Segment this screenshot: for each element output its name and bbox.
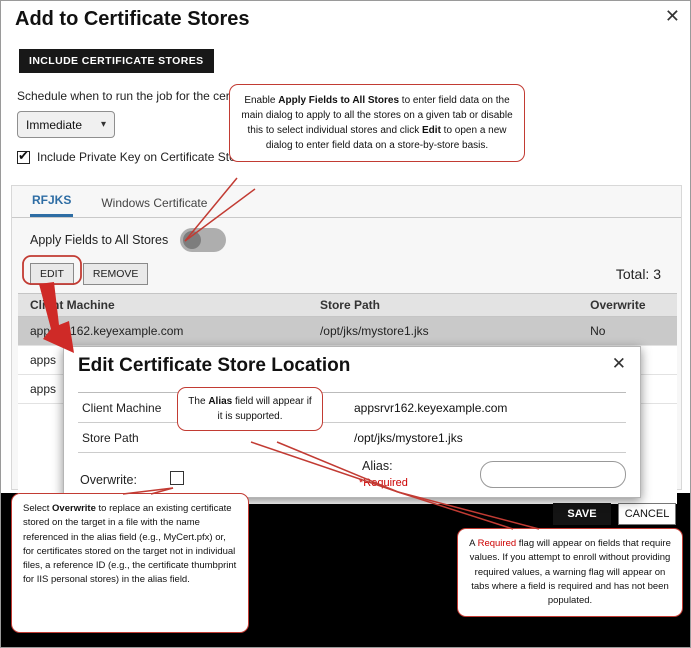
annotated-screenshot: Add to Certificate Stores ✕ INCLUDE CERT…	[0, 0, 691, 648]
schedule-select[interactable]: Immediate ▾	[17, 111, 115, 138]
close-icon[interactable]: ✕	[665, 7, 680, 25]
client-machine-value: appsrvr162.keyexample.com	[354, 401, 507, 415]
tab-strip: RFJKS Windows Certificate	[12, 186, 681, 218]
alias-input[interactable]	[480, 461, 626, 488]
edit-dialog-title: Edit Certificate Store Location	[78, 355, 350, 377]
overwrite-checkbox[interactable]	[170, 471, 184, 485]
include-certificate-stores-button[interactable]: INCLUDE CERTIFICATE STORES	[19, 49, 214, 73]
table-cell-store_path: /opt/jks/mystore1.jks	[308, 317, 578, 346]
edit-button[interactable]: EDIT	[30, 263, 74, 285]
callout-required-flag: A Required flag will appear on fields th…	[457, 528, 683, 617]
apply-fields-toggle[interactable]	[180, 228, 226, 252]
client-machine-label: Client Machine	[82, 401, 161, 415]
include-private-key-checkbox[interactable]	[17, 151, 30, 164]
client-machine-row: Client Machine appsrvr162.keyexample.com	[78, 393, 626, 423]
table-cell-overwrite: No	[578, 317, 677, 346]
store-path-row: Store Path /opt/jks/mystore1.jks	[78, 423, 626, 453]
schedule-select-value: Immediate	[26, 118, 82, 132]
save-button[interactable]: SAVE	[553, 503, 611, 525]
callout-alias-field: The Alias field will appear if it is sup…	[177, 387, 323, 431]
required-flag: *Required	[359, 477, 408, 489]
toggle-knob	[183, 231, 201, 249]
schedule-label: Schedule when to run the job for the cer…	[17, 89, 264, 103]
callout-overwrite: Select Overwrite to replace an existing …	[11, 493, 249, 633]
store-path-label: Store Path	[82, 431, 139, 445]
table-row[interactable]: appsrvr162.keyexample.com/opt/jks/mystor…	[18, 317, 677, 346]
chevron-down-icon: ▾	[101, 119, 106, 130]
store-path-value: /opt/jks/mystore1.jks	[354, 431, 463, 445]
page-title: Add to Certificate Stores	[15, 8, 249, 31]
callout-apply-fields: Enable Apply Fields to All Stores to ent…	[229, 84, 525, 162]
cancel-button[interactable]: CANCEL	[618, 503, 676, 525]
tab-windows-certificate[interactable]: Windows Certificate	[99, 189, 209, 217]
remove-button[interactable]: REMOVE	[83, 263, 149, 285]
include-private-key-row: Include Private Key on Certificate Store	[17, 150, 246, 164]
overwrite-label: Overwrite:	[80, 473, 137, 487]
tab-rfjks[interactable]: RFJKS	[30, 186, 73, 217]
table-cell-client_machine: appsrvr162.keyexample.com	[18, 317, 308, 346]
apply-fields-label: Apply Fields to All Stores	[30, 233, 168, 247]
column-header-overwrite: Overwrite	[578, 294, 677, 317]
column-header-store-path: Store Path	[308, 294, 578, 317]
column-header-client-machine: Client Machine	[18, 294, 308, 317]
alias-label: Alias:	[362, 459, 393, 473]
close-icon[interactable]: ✕	[612, 354, 626, 374]
total-count: Total: 3	[616, 266, 661, 282]
include-private-key-label: Include Private Key on Certificate Store	[37, 150, 246, 164]
edit-certificate-store-location-dialog: Edit Certificate Store Location ✕ Client…	[63, 346, 641, 498]
